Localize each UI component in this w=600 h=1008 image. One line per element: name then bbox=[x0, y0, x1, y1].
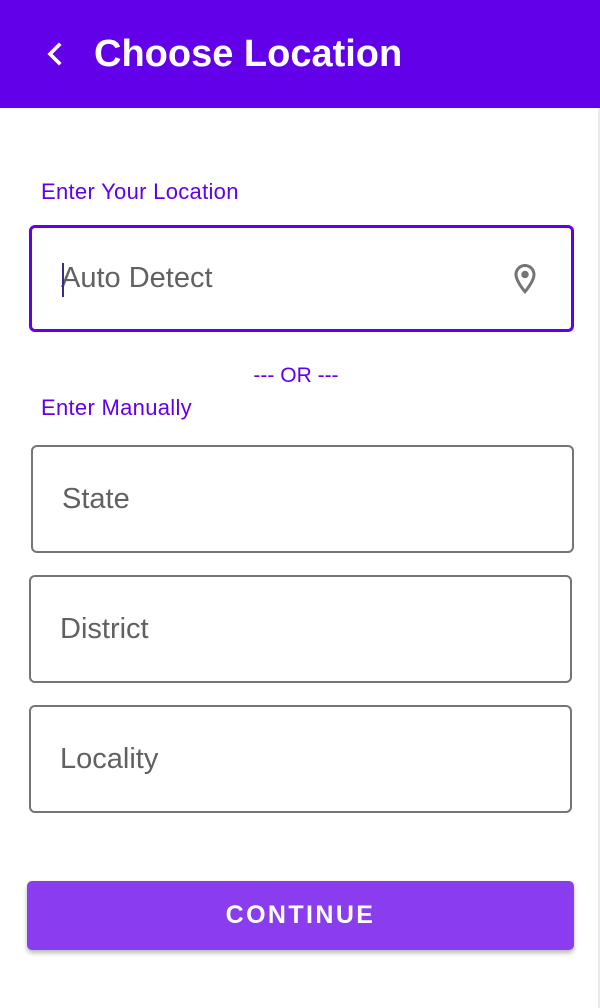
location-pin-icon[interactable] bbox=[507, 259, 543, 299]
enter-manually-label: Enter Manually bbox=[41, 395, 192, 420]
or-divider: --- OR --- bbox=[253, 364, 339, 387]
enter-location-label: Enter Your Location bbox=[41, 179, 239, 204]
locality-input[interactable] bbox=[60, 707, 499, 811]
state-field[interactable] bbox=[31, 445, 574, 553]
locality-field[interactable] bbox=[29, 705, 572, 813]
page-title: Choose Location bbox=[94, 33, 403, 75]
chevron-left-icon bbox=[47, 42, 62, 66]
app-bar: Choose Location bbox=[0, 0, 600, 108]
continue-button[interactable]: CONTINUE bbox=[27, 881, 574, 950]
district-input[interactable] bbox=[60, 577, 499, 681]
auto-detect-input[interactable] bbox=[61, 228, 500, 329]
auto-detect-field[interactable] bbox=[29, 225, 574, 332]
text-cursor bbox=[62, 263, 64, 297]
back-button[interactable] bbox=[34, 34, 74, 74]
district-field[interactable] bbox=[29, 575, 572, 683]
state-input[interactable] bbox=[62, 447, 501, 551]
